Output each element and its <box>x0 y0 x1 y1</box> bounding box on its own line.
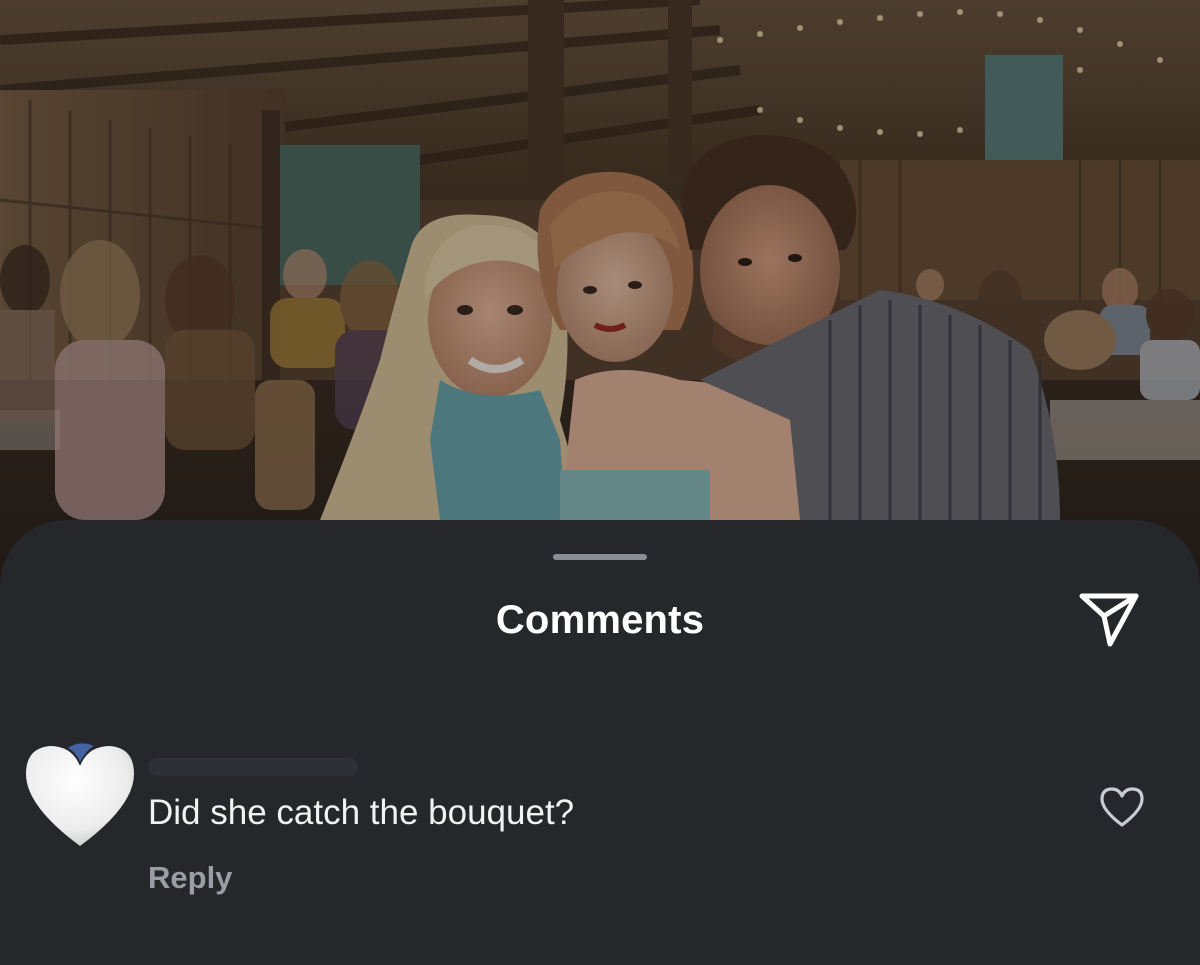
avatar[interactable] <box>22 736 138 852</box>
background-photo <box>0 0 1200 600</box>
reply-button[interactable]: Reply <box>148 860 232 896</box>
share-button[interactable] <box>1074 584 1144 654</box>
username-redacted <box>148 758 358 776</box>
sheet-title: Comments <box>495 598 705 642</box>
comment-item: Did she catch the bouquet? Reply <box>0 730 1200 910</box>
white-heart-icon <box>26 743 134 846</box>
like-button[interactable] <box>1095 782 1149 832</box>
comment-text: Did she catch the bouquet? <box>148 793 575 832</box>
paper-plane-icon <box>1079 593 1139 647</box>
sheet-grabber[interactable] <box>553 554 647 560</box>
heart-outline-icon <box>1100 787 1144 827</box>
screen: Comments Did she catch the bouquet? Repl… <box>0 0 1200 965</box>
